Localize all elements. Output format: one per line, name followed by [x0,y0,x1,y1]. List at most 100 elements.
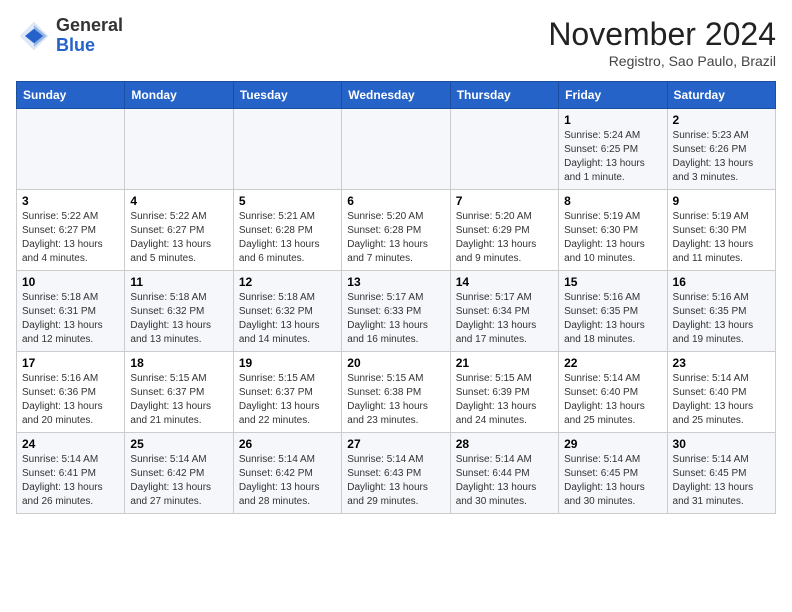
day-info: Sunrise: 5:15 AM Sunset: 6:39 PM Dayligh… [456,372,553,428]
calendar-cell: 23 Sunrise: 5:14 AM Sunset: 6:40 PM Dayli… [667,352,775,433]
day-number: 2 [673,113,770,127]
day-info: Sunrise: 5:21 AM Sunset: 6:28 PM Dayligh… [239,210,336,266]
weekday-header-monday: Monday [125,82,233,109]
calendar-cell: 13 Sunrise: 5:17 AM Sunset: 6:33 PM Dayli… [342,271,450,352]
calendar-cell: 6 Sunrise: 5:20 AM Sunset: 6:28 PM Daylig… [342,190,450,271]
day-number: 10 [22,275,119,289]
day-number: 5 [239,194,336,208]
day-info: Sunrise: 5:15 AM Sunset: 6:37 PM Dayligh… [130,372,227,428]
day-info: Sunrise: 5:16 AM Sunset: 6:35 PM Dayligh… [564,291,661,347]
day-info: Sunrise: 5:17 AM Sunset: 6:33 PM Dayligh… [347,291,444,347]
calendar-cell: 30 Sunrise: 5:14 AM Sunset: 6:45 PM Dayli… [667,433,775,514]
calendar-cell [17,109,125,190]
calendar-cell: 22 Sunrise: 5:14 AM Sunset: 6:40 PM Dayli… [559,352,667,433]
day-number: 21 [456,356,553,370]
day-info: Sunrise: 5:18 AM Sunset: 6:32 PM Dayligh… [239,291,336,347]
day-number: 22 [564,356,661,370]
day-info: Sunrise: 5:15 AM Sunset: 6:37 PM Dayligh… [239,372,336,428]
day-info: Sunrise: 5:14 AM Sunset: 6:40 PM Dayligh… [673,372,770,428]
location: Registro, Sao Paulo, Brazil [548,53,776,69]
day-info: Sunrise: 5:20 AM Sunset: 6:28 PM Dayligh… [347,210,444,266]
day-info: Sunrise: 5:24 AM Sunset: 6:25 PM Dayligh… [564,129,661,185]
day-number: 26 [239,437,336,451]
day-number: 29 [564,437,661,451]
calendar-cell: 17 Sunrise: 5:16 AM Sunset: 6:36 PM Dayli… [17,352,125,433]
day-number: 12 [239,275,336,289]
calendar-table: SundayMondayTuesdayWednesdayThursdayFrid… [16,81,776,514]
day-number: 4 [130,194,227,208]
day-info: Sunrise: 5:22 AM Sunset: 6:27 PM Dayligh… [22,210,119,266]
day-info: Sunrise: 5:14 AM Sunset: 6:45 PM Dayligh… [673,453,770,509]
day-number: 14 [456,275,553,289]
day-info: Sunrise: 5:14 AM Sunset: 6:42 PM Dayligh… [130,453,227,509]
calendar-cell [342,109,450,190]
day-number: 15 [564,275,661,289]
day-info: Sunrise: 5:18 AM Sunset: 6:32 PM Dayligh… [130,291,227,347]
day-number: 11 [130,275,227,289]
day-info: Sunrise: 5:20 AM Sunset: 6:29 PM Dayligh… [456,210,553,266]
day-info: Sunrise: 5:17 AM Sunset: 6:34 PM Dayligh… [456,291,553,347]
calendar-cell: 24Sunrise: 5:14 AM Sunset: 6:41 PM Dayli… [17,433,125,514]
day-info: Sunrise: 5:15 AM Sunset: 6:38 PM Dayligh… [347,372,444,428]
weekday-header-saturday: Saturday [667,82,775,109]
calendar-cell: 26 Sunrise: 5:14 AM Sunset: 6:42 PM Dayli… [233,433,341,514]
weekday-header-friday: Friday [559,82,667,109]
calendar-cell: 9Sunrise: 5:19 AM Sunset: 6:30 PM Daylig… [667,190,775,271]
calendar-cell: 20 Sunrise: 5:15 AM Sunset: 6:38 PM Dayli… [342,352,450,433]
calendar-cell: 8Sunrise: 5:19 AM Sunset: 6:30 PM Daylig… [559,190,667,271]
calendar-cell: 4 Sunrise: 5:22 AM Sunset: 6:27 PM Daylig… [125,190,233,271]
title-block: November 2024 Registro, Sao Paulo, Brazi… [548,16,776,69]
day-info: Sunrise: 5:19 AM Sunset: 6:30 PM Dayligh… [673,210,770,266]
calendar-cell: 27 Sunrise: 5:14 AM Sunset: 6:43 PM Dayli… [342,433,450,514]
day-number: 28 [456,437,553,451]
logo-text: General Blue [56,16,123,56]
day-number: 7 [456,194,553,208]
calendar-cell: 19 Sunrise: 5:15 AM Sunset: 6:37 PM Dayli… [233,352,341,433]
logo: General Blue [16,16,123,56]
calendar-cell: 21 Sunrise: 5:15 AM Sunset: 6:39 PM Dayli… [450,352,558,433]
day-number: 17 [22,356,119,370]
calendar-cell: 5 Sunrise: 5:21 AM Sunset: 6:28 PM Daylig… [233,190,341,271]
day-number: 19 [239,356,336,370]
day-info: Sunrise: 5:14 AM Sunset: 6:43 PM Dayligh… [347,453,444,509]
calendar-cell [450,109,558,190]
calendar-cell: 29 Sunrise: 5:14 AM Sunset: 6:45 PM Dayli… [559,433,667,514]
day-number: 27 [347,437,444,451]
day-number: 23 [673,356,770,370]
day-number: 20 [347,356,444,370]
page-header: General Blue November 2024 Registro, Sao… [16,16,776,69]
day-info: Sunrise: 5:14 AM Sunset: 6:41 PM Dayligh… [22,453,119,509]
calendar-cell [125,109,233,190]
day-number: 6 [347,194,444,208]
day-number: 13 [347,275,444,289]
day-number: 3 [22,194,119,208]
weekday-header-tuesday: Tuesday [233,82,341,109]
calendar-cell: 7 Sunrise: 5:20 AM Sunset: 6:29 PM Daylig… [450,190,558,271]
calendar-cell: 15 Sunrise: 5:16 AM Sunset: 6:35 PM Dayli… [559,271,667,352]
calendar-cell: 28 Sunrise: 5:14 AM Sunset: 6:44 PM Dayli… [450,433,558,514]
day-info: Sunrise: 5:22 AM Sunset: 6:27 PM Dayligh… [130,210,227,266]
calendar-cell: 2Sunrise: 5:23 AM Sunset: 6:26 PM Daylig… [667,109,775,190]
day-info: Sunrise: 5:14 AM Sunset: 6:42 PM Dayligh… [239,453,336,509]
calendar-week-1: 1Sunrise: 5:24 AM Sunset: 6:25 PM Daylig… [17,109,776,190]
day-number: 30 [673,437,770,451]
day-number: 16 [673,275,770,289]
day-info: Sunrise: 5:14 AM Sunset: 6:44 PM Dayligh… [456,453,553,509]
day-info: Sunrise: 5:14 AM Sunset: 6:40 PM Dayligh… [564,372,661,428]
calendar-week-4: 17 Sunrise: 5:16 AM Sunset: 6:36 PM Dayli… [17,352,776,433]
calendar-week-2: 3 Sunrise: 5:22 AM Sunset: 6:27 PM Daylig… [17,190,776,271]
calendar-cell: 14 Sunrise: 5:17 AM Sunset: 6:34 PM Dayli… [450,271,558,352]
logo-icon [16,18,52,54]
day-info: Sunrise: 5:14 AM Sunset: 6:45 PM Dayligh… [564,453,661,509]
calendar-cell: 3 Sunrise: 5:22 AM Sunset: 6:27 PM Daylig… [17,190,125,271]
day-info: Sunrise: 5:16 AM Sunset: 6:36 PM Dayligh… [22,372,119,428]
calendar-cell: 12 Sunrise: 5:18 AM Sunset: 6:32 PM Dayli… [233,271,341,352]
calendar-cell: 11 Sunrise: 5:18 AM Sunset: 6:32 PM Dayli… [125,271,233,352]
calendar-cell: 25 Sunrise: 5:14 AM Sunset: 6:42 PM Dayli… [125,433,233,514]
day-info: Sunrise: 5:19 AM Sunset: 6:30 PM Dayligh… [564,210,661,266]
day-info: Sunrise: 5:16 AM Sunset: 6:35 PM Dayligh… [673,291,770,347]
day-info: Sunrise: 5:18 AM Sunset: 6:31 PM Dayligh… [22,291,119,347]
calendar-cell: 1Sunrise: 5:24 AM Sunset: 6:25 PM Daylig… [559,109,667,190]
day-number: 25 [130,437,227,451]
calendar-cell: 16 Sunrise: 5:16 AM Sunset: 6:35 PM Dayli… [667,271,775,352]
